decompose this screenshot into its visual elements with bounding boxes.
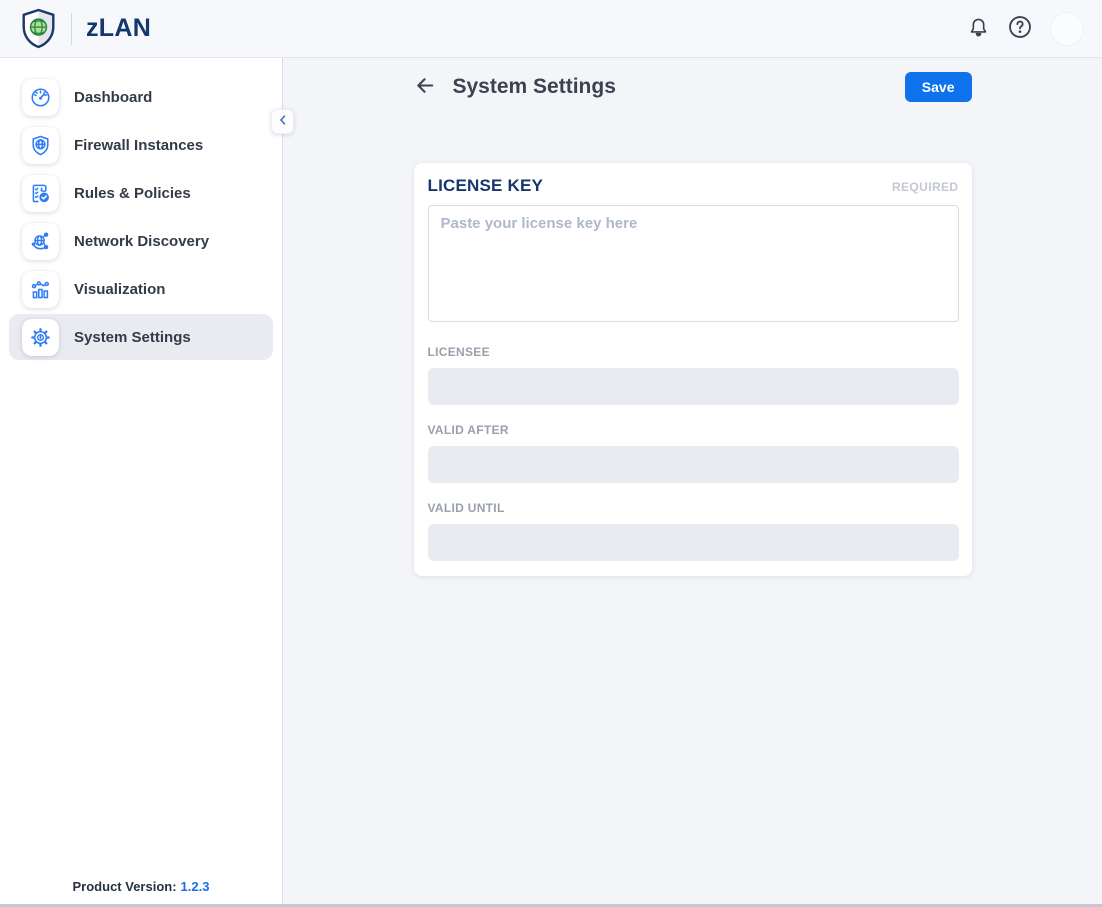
app-logo-shield-globe-icon: [20, 8, 57, 49]
valid-after-label: VALID AFTER: [428, 423, 959, 437]
back-button[interactable]: [414, 74, 437, 100]
valid-until-field: [428, 524, 959, 561]
help-button[interactable]: [1007, 14, 1033, 43]
sidebar-nav: Dashboard Firewall Instances: [0, 58, 282, 362]
required-badge: REQUIRED: [892, 180, 959, 194]
arrow-left-icon: [414, 74, 437, 100]
sidebar-item-label: Visualization: [74, 281, 165, 298]
topbar-actions: [967, 12, 1084, 46]
page-title: System Settings: [453, 75, 616, 99]
sidebar-collapse-button[interactable]: [271, 109, 294, 134]
sidebar-item-dashboard[interactable]: Dashboard: [9, 74, 273, 120]
product-version-value: 1.2.3: [181, 879, 210, 894]
checklist-shield-icon: [22, 175, 59, 212]
sidebar: Dashboard Firewall Instances: [0, 58, 283, 904]
sidebar-item-label: Dashboard: [74, 89, 152, 106]
network-globe-icon: [22, 223, 59, 260]
sidebar-item-system-settings[interactable]: System Settings: [9, 314, 273, 360]
license-key-heading: LICENSE KEY: [428, 176, 544, 196]
brand-divider: [71, 13, 72, 45]
valid-until-label: VALID UNTIL: [428, 501, 959, 515]
sidebar-item-label: Firewall Instances: [74, 137, 203, 154]
license-key-textarea[interactable]: [428, 205, 959, 322]
page-header: System Settings Save: [414, 71, 972, 103]
valid-after-field: [428, 446, 959, 483]
sidebar-item-visualization[interactable]: Visualization: [9, 266, 273, 312]
gear-icon: [22, 319, 59, 356]
sidebar-item-label: Rules & Policies: [74, 185, 191, 202]
save-button[interactable]: Save: [905, 72, 972, 102]
help-icon: [1007, 14, 1033, 43]
avatar[interactable]: [1050, 12, 1084, 46]
sidebar-item-firewall-instances[interactable]: Firewall Instances: [9, 122, 273, 168]
bell-icon: [967, 16, 990, 42]
gauge-icon: [22, 79, 59, 116]
licensee-field: [428, 368, 959, 405]
brand-name: zLAN: [86, 14, 151, 43]
chevron-left-icon: [276, 113, 290, 130]
licensee-label: LICENSEE: [428, 345, 959, 359]
license-card-header: LICENSE KEY REQUIRED: [428, 176, 959, 196]
shield-globe-icon: [22, 127, 59, 164]
sidebar-item-label: Network Discovery: [74, 233, 209, 250]
sidebar-item-rules-policies[interactable]: Rules & Policies: [9, 170, 273, 216]
license-key-card: LICENSE KEY REQUIRED LICENSEE VALID AFTE…: [414, 163, 972, 576]
notifications-button[interactable]: [967, 16, 990, 42]
chart-icon: [22, 271, 59, 308]
sidebar-item-network-discovery[interactable]: Network Discovery: [9, 218, 273, 264]
main-content: System Settings Save LICENSE KEY REQUIRE…: [283, 58, 1102, 904]
sidebar-item-label: System Settings: [74, 329, 191, 346]
product-version-label: Product Version:: [73, 879, 177, 894]
product-version: Product Version: 1.2.3: [0, 867, 282, 904]
topbar: zLAN: [0, 0, 1102, 58]
